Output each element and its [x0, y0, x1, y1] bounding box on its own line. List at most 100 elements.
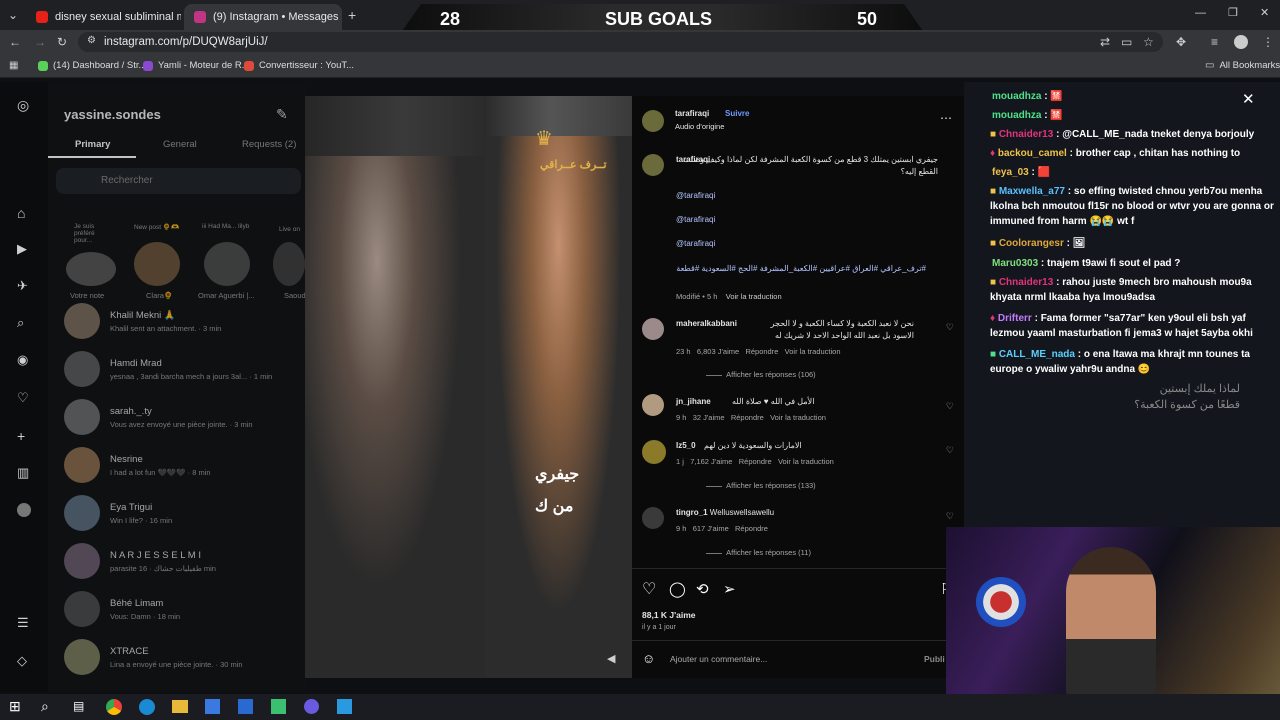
bookmark-yamli[interactable]: Yamli - Moteur de R...: [143, 60, 250, 71]
site-info-icon[interactable]: ⚙: [87, 36, 96, 46]
thread-row[interactable]: Hamdi Mrad yesnaa , 3andi barcha mech a j…: [64, 347, 304, 391]
back-icon[interactable]: ←: [9, 36, 21, 48]
hashtags[interactable]: #ترف_عراقي #العراق #عراقيين #الكعبة_المش…: [676, 263, 926, 275]
reload-icon[interactable]: ↻: [57, 36, 67, 48]
follow-button[interactable]: Suivre: [725, 108, 749, 120]
thread-row[interactable]: Khalil Mekni 🙏 Khalil sent an attachment.…: [64, 299, 304, 343]
note-avatar[interactable]: [273, 242, 305, 286]
meta-icon[interactable]: ◇: [17, 654, 27, 667]
thread-row[interactable]: sarah._.ty Vous avez envoyé une pièce joi…: [64, 395, 304, 439]
explore-icon[interactable]: ◉: [17, 353, 28, 366]
edge-icon[interactable]: [139, 699, 155, 715]
comment-user[interactable]: maheralkabbani: [676, 318, 737, 330]
reply-link[interactable]: Répondre: [731, 413, 764, 422]
share-icon[interactable]: ➢: [723, 582, 736, 597]
menu-icon[interactable]: ⋮: [1262, 36, 1274, 48]
reels-icon[interactable]: ▶: [17, 242, 27, 255]
store-icon[interactable]: [205, 699, 220, 714]
comment-input[interactable]: Ajouter un commentaire...: [670, 653, 767, 665]
new-message-icon[interactable]: ✎: [276, 107, 288, 121]
note-avatar[interactable]: [134, 242, 180, 286]
author-name[interactable]: tarafiraqi: [675, 108, 709, 120]
bookmark-star-icon[interactable]: ☆: [1143, 36, 1154, 48]
thread-row[interactable]: Nesrine I had a lot fun 🖤🖤🖤 · 8 min: [64, 443, 304, 487]
thread-row[interactable]: XTRACE Lina a envoyé une pièce jointe. · …: [64, 635, 304, 679]
audio-label[interactable]: Audio d'origine: [675, 121, 724, 133]
instagram-logo-icon[interactable]: ◎: [17, 98, 29, 112]
search-input[interactable]: Rechercher: [56, 168, 301, 194]
app-icon[interactable]: [337, 699, 352, 714]
comment-icon[interactable]: ◯: [669, 582, 686, 597]
emoji-icon[interactable]: ☺: [642, 652, 655, 665]
windows-start-icon[interactable]: ⊞: [9, 699, 21, 713]
bookmark-converter[interactable]: Convertisseur : YouT...: [244, 60, 354, 71]
reply-link[interactable]: Répondre: [739, 457, 772, 466]
chrome-icon[interactable]: [106, 699, 122, 715]
commenter-avatar[interactable]: [642, 394, 664, 416]
note-avatar[interactable]: [204, 242, 250, 286]
extensions-icon[interactable]: ✥: [1176, 36, 1186, 48]
view-replies-link[interactable]: Afficher les réponses (133): [726, 481, 816, 490]
tab-instagram[interactable]: (9) Instagram • Messages ✕: [184, 4, 342, 30]
mention-link[interactable]: @tarafiraqi: [676, 238, 715, 250]
tab-search-icon[interactable]: ⌄: [8, 9, 18, 21]
discord-icon[interactable]: [304, 699, 319, 714]
profile-avatar[interactable]: [1234, 35, 1248, 49]
like-comment-icon[interactable]: ♡: [946, 401, 954, 412]
address-bar[interactable]: ⚙ instagram.com/p/DUQW8arjUiJ/: [78, 32, 1163, 52]
maximize-icon[interactable]: ❐: [1228, 8, 1238, 19]
profile-icon[interactable]: [17, 503, 31, 517]
like-icon[interactable]: ♡: [642, 582, 656, 598]
mention-link[interactable]: @tarafiraqi: [676, 190, 715, 202]
messenger-icon[interactable]: ✈: [17, 279, 28, 292]
home-icon[interactable]: ⌂: [17, 206, 25, 220]
comment-user[interactable]: tingro_1: [676, 508, 708, 517]
app-icon[interactable]: [238, 699, 253, 714]
taskbar-search-icon[interactable]: ⌕: [41, 699, 49, 713]
reply-link[interactable]: Répondre: [735, 524, 768, 533]
repost-icon[interactable]: ⟲: [696, 582, 709, 597]
more-menu-icon[interactable]: ☰: [17, 616, 29, 629]
dashboard-icon[interactable]: ▥: [17, 466, 29, 479]
see-translation-link[interactable]: Voir la traduction: [785, 347, 841, 356]
commenter-avatar[interactable]: [642, 507, 664, 529]
volume-icon[interactable]: ◀: [607, 654, 615, 665]
comment-user[interactable]: lz5_0: [676, 440, 696, 452]
create-icon[interactable]: +: [17, 429, 25, 443]
like-comment-icon[interactable]: ♡: [946, 445, 954, 456]
post-video[interactable]: ♛ تــرف عــراقي جيفري من ك ◀: [305, 96, 632, 678]
tab-general[interactable]: General: [163, 139, 197, 150]
bookmark-dashboard[interactable]: (14) Dashboard / Str...: [38, 60, 146, 71]
commenter-avatar[interactable]: [642, 440, 666, 464]
see-translation-link[interactable]: Voir la traduction: [726, 292, 782, 301]
thread-row[interactable]: Eya Trigui Win I life? · 16 min: [64, 491, 304, 535]
commenter-avatar[interactable]: [642, 318, 664, 340]
more-options-icon[interactable]: ⋯: [940, 112, 952, 124]
media-icon[interactable]: ≡: [1211, 36, 1218, 48]
app-icon[interactable]: [271, 699, 286, 714]
like-comment-icon[interactable]: ♡: [946, 322, 954, 333]
task-view-icon[interactable]: ▤: [73, 700, 84, 712]
thread-row[interactable]: N A R J E S S E L M I parasite طفيليات حش…: [64, 539, 304, 583]
minimize-icon[interactable]: —: [1195, 8, 1206, 19]
new-tab-icon[interactable]: +: [348, 8, 356, 22]
all-bookmarks[interactable]: ▭ All Bookmarks: [1205, 60, 1280, 71]
author-avatar[interactable]: [642, 110, 664, 132]
mention-link[interactable]: @tarafiraqi: [676, 214, 715, 226]
likes-count[interactable]: 88,1 K J'aime: [642, 609, 696, 621]
view-replies-link[interactable]: Afficher les réponses (11): [726, 548, 811, 557]
tab-disney[interactable]: disney sexual subliminal messa... ✕: [26, 4, 181, 30]
translate-icon[interactable]: ⇄: [1100, 36, 1110, 48]
like-comment-icon[interactable]: ♡: [946, 511, 954, 522]
tab-requests[interactable]: Requests (2): [242, 139, 296, 150]
view-replies-link[interactable]: Afficher les réponses (106): [726, 370, 816, 379]
search-icon[interactable]: ⌕: [17, 316, 24, 329]
note-avatar[interactable]: [66, 252, 116, 286]
reply-link[interactable]: Répondre: [745, 347, 778, 356]
see-translation-link[interactable]: Voir la traduction: [778, 457, 834, 466]
thread-row[interactable]: Béhé Limam Vous: Damn · 18 min: [64, 587, 304, 631]
file-explorer-icon[interactable]: [172, 700, 188, 713]
account-name[interactable]: yassine.sondes: [64, 107, 161, 122]
comment-user[interactable]: jn_jihane: [676, 396, 711, 408]
forward-icon[interactable]: →: [34, 36, 46, 48]
